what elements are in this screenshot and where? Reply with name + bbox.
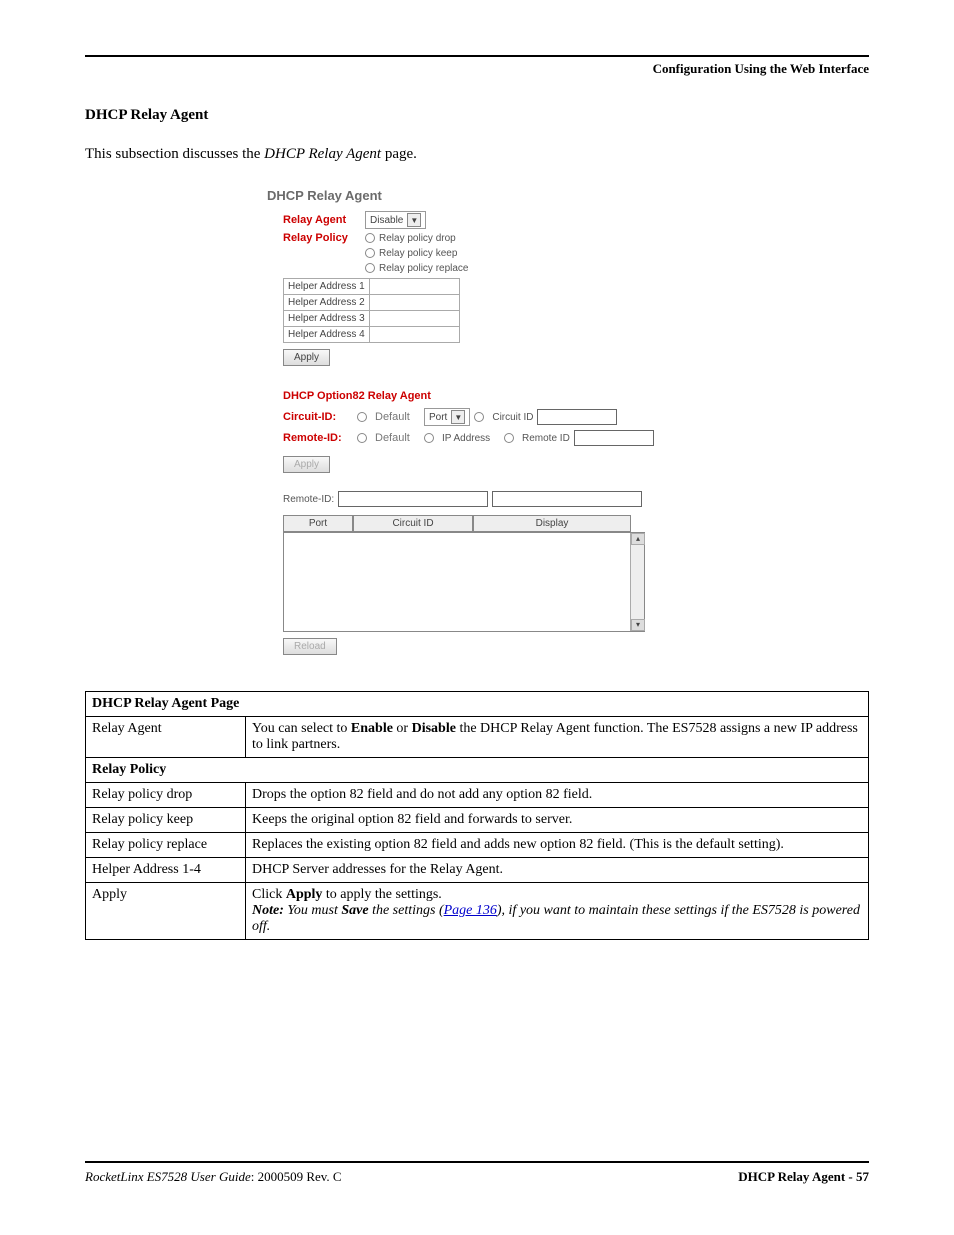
relay-agent-select[interactable]: Disable▼ bbox=[365, 211, 426, 229]
page-link[interactable]: Page 136 bbox=[444, 903, 497, 918]
relay-policy-label: Relay Policy bbox=[283, 232, 365, 244]
remote-id-label: Remote-ID: bbox=[283, 432, 353, 444]
scroll-up-icon[interactable]: ▴ bbox=[631, 533, 645, 545]
ss-title: DHCP Relay Agent bbox=[267, 188, 687, 203]
circuit-id-input[interactable] bbox=[537, 409, 617, 425]
remote-default-radio[interactable] bbox=[357, 433, 367, 443]
helper-4-input[interactable] bbox=[369, 327, 459, 343]
remote-custom-radio[interactable] bbox=[504, 433, 514, 443]
remote-id-field[interactable] bbox=[338, 491, 488, 507]
relay-agent-label: Relay Agent bbox=[283, 214, 365, 226]
circuit-port-select[interactable]: Port▼ bbox=[424, 408, 470, 426]
apply-button-2[interactable]: Apply bbox=[283, 456, 330, 473]
col-circuit: Circuit ID bbox=[353, 515, 473, 532]
footer-right: DHCP Relay Agent - 57 bbox=[738, 1169, 869, 1185]
remote-ip-radio[interactable] bbox=[424, 433, 434, 443]
radio-replace[interactable] bbox=[365, 263, 375, 273]
apply-button-1[interactable]: Apply bbox=[283, 349, 330, 366]
doc-table: DHCP Relay Agent Page Relay Agent You ca… bbox=[85, 691, 869, 940]
ui-screenshot: DHCP Relay Agent Relay Agent Disable▼ Re… bbox=[267, 188, 687, 666]
remote-id-field-2[interactable] bbox=[492, 491, 642, 507]
display-list: ▴ ▾ bbox=[283, 532, 645, 632]
helper-table: Helper Address 1 Helper Address 2 Helper… bbox=[283, 278, 460, 343]
table-title: DHCP Relay Agent Page bbox=[86, 692, 869, 717]
intro-text: This subsection discusses the DHCP Relay… bbox=[85, 146, 869, 163]
footer-left: RocketLinx ES7528 User Guide: 2000509 Re… bbox=[85, 1169, 342, 1185]
circuit-custom-radio[interactable] bbox=[474, 412, 484, 422]
circuit-default-radio[interactable] bbox=[357, 412, 367, 422]
circuit-id-label: Circuit-ID: bbox=[283, 411, 353, 423]
remote-id-input[interactable] bbox=[574, 430, 654, 446]
chevron-down-icon: ▼ bbox=[407, 213, 421, 227]
section-heading: DHCP Relay Agent bbox=[85, 107, 869, 124]
reload-button[interactable]: Reload bbox=[283, 638, 337, 655]
col-display: Display bbox=[473, 515, 631, 532]
radio-keep[interactable] bbox=[365, 248, 375, 258]
helper-3-input[interactable] bbox=[369, 311, 459, 327]
scroll-down-icon[interactable]: ▾ bbox=[631, 619, 645, 631]
chevron-down-icon: ▼ bbox=[451, 410, 465, 424]
scrollbar[interactable]: ▴ ▾ bbox=[630, 533, 644, 631]
radio-drop[interactable] bbox=[365, 233, 375, 243]
option82-heading: DHCP Option82 Relay Agent bbox=[283, 390, 687, 402]
helper-1-input[interactable] bbox=[369, 279, 459, 295]
col-port: Port bbox=[283, 515, 353, 532]
header-title: Configuration Using the Web Interface bbox=[85, 61, 869, 77]
helper-2-input[interactable] bbox=[369, 295, 459, 311]
